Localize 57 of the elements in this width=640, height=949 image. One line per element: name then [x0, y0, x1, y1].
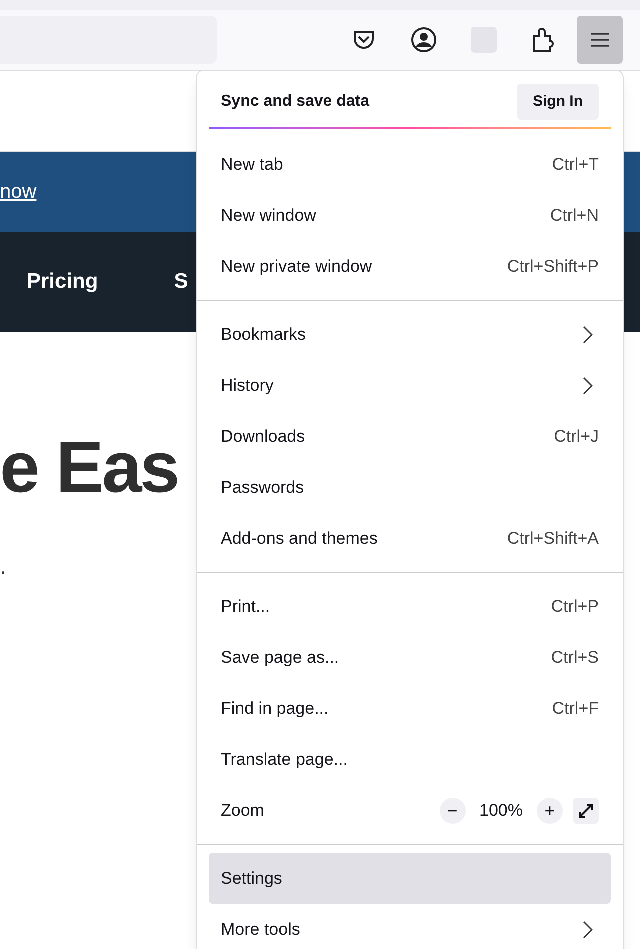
zoom-label: Zoom — [221, 800, 264, 822]
menu-item[interactable]: Find in page... Ctrl+F — [209, 683, 611, 734]
zoom-in-button[interactable]: + — [537, 798, 563, 824]
menu-item-label: Save page as... — [221, 646, 340, 669]
shortcut-label: Ctrl+Shift+P — [507, 256, 599, 278]
menu-item-label: Translate page... — [221, 748, 348, 771]
menu-item[interactable]: New tab Ctrl+T — [209, 139, 611, 190]
account-icon[interactable] — [411, 27, 437, 53]
sync-title: Sync and save data — [221, 92, 370, 112]
menu-item[interactable]: New window Ctrl+N — [209, 190, 611, 241]
menu-item-label: Bookmarks — [221, 324, 306, 346]
menu-icon — [590, 32, 610, 48]
shortcut-label: Ctrl+T — [552, 154, 599, 176]
menu-item[interactable]: Add-ons and themes Ctrl+Shift+A — [209, 513, 611, 564]
menu-item[interactable]: Save page as... Ctrl+S — [209, 632, 611, 683]
chevron-right-icon — [583, 376, 593, 394]
chevron-right-icon — [583, 326, 593, 344]
shortcut-label: Ctrl+Shift+A — [507, 528, 599, 550]
menu-item-label: New private window — [221, 256, 372, 278]
shortcut-label: Ctrl+N — [550, 204, 599, 227]
zoom-out-button[interactable]: − — [440, 798, 466, 824]
menu-item[interactable]: Translate page... — [209, 734, 611, 785]
banner-link[interactable]: now — [0, 177, 37, 207]
menu-item-label: New window — [221, 204, 316, 227]
page-text: . — [0, 553, 8, 581]
submenu-item[interactable]: History — [209, 360, 611, 411]
menu-item-label: Passwords — [221, 476, 304, 499]
sign-in-button[interactable]: Sign In — [517, 84, 599, 120]
menu-item[interactable]: Passwords — [209, 462, 611, 513]
menu-item-label: More tools — [221, 918, 300, 941]
menu-item-label: New tab — [221, 154, 284, 176]
menu-item[interactable]: Settings — [209, 853, 611, 904]
shortcut-label: Ctrl+F — [552, 698, 599, 720]
expand-icon — [577, 802, 595, 820]
shortcut-label: Ctrl+J — [554, 426, 599, 448]
shortcut-label: Ctrl+P — [551, 596, 599, 618]
fullscreen-button[interactable] — [573, 798, 599, 824]
menu-item[interactable]: New private window Ctrl+Shift+P — [209, 241, 611, 292]
menu-item-label: Find in page... — [221, 698, 329, 720]
menu-item[interactable]: Downloads Ctrl+J — [209, 411, 611, 462]
chevron-right-icon — [583, 920, 593, 938]
menu-item-label: History — [221, 374, 274, 397]
zoom-reset-button[interactable]: 100% — [476, 798, 527, 824]
menu-item-label: Downloads — [221, 426, 306, 448]
pocket-icon[interactable] — [353, 30, 375, 50]
nav-link[interactable]: Pricing — [27, 266, 98, 298]
menu-button[interactable] — [577, 16, 623, 64]
menu-item-label: Settings — [221, 868, 282, 890]
menu-item[interactable]: Print... Ctrl+P — [209, 581, 611, 632]
menu-item-label: Print... — [221, 596, 270, 618]
submenu-item[interactable]: Bookmarks — [209, 309, 611, 360]
puzzle-icon[interactable] — [531, 27, 555, 53]
nav-link[interactable]: S — [174, 266, 188, 298]
menu-item-label: Add-ons and themes — [221, 528, 378, 550]
submenu-item[interactable]: More tools — [209, 904, 611, 949]
shortcut-label: Ctrl+S — [551, 646, 599, 669]
page-heading: e Eas — [0, 432, 178, 504]
